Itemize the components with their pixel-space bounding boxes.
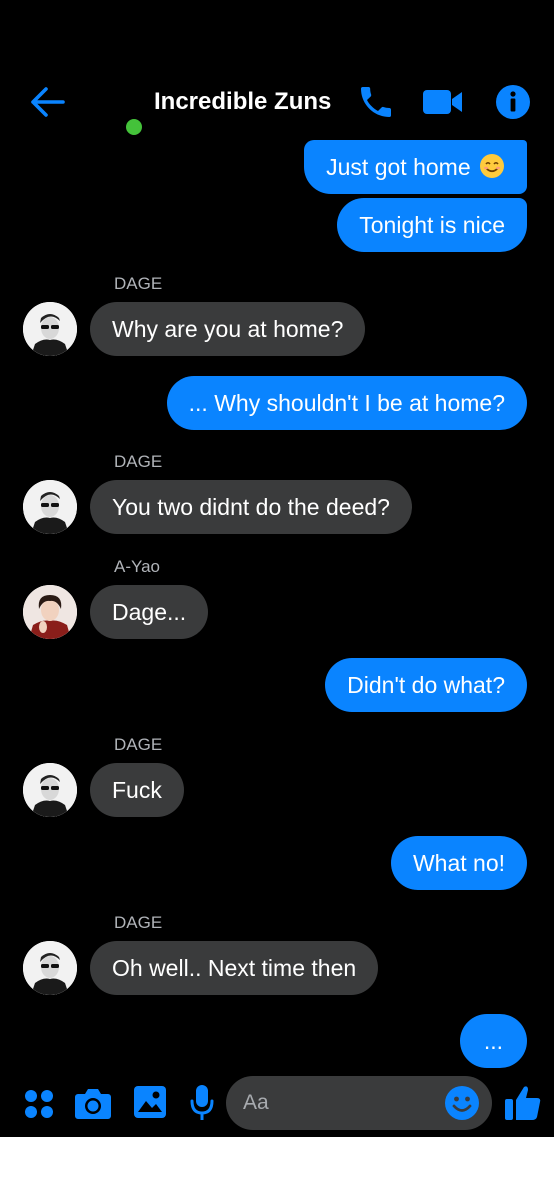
message-bubble-incoming[interactable]: Why are you at home? [90,302,366,356]
emoji-icon[interactable] [444,1085,480,1121]
phone-icon[interactable] [356,82,396,122]
message-text: Fuck [112,777,162,803]
sender-name: DAGE [114,452,163,471]
online-status-dot [124,117,144,137]
message-bubble-incoming[interactable]: Dage... [90,585,209,639]
message-text: ... [483,1028,503,1054]
avatar-dage[interactable] [23,302,77,356]
back-arrow-icon[interactable] [30,86,66,118]
sender-name: DAGE [114,274,163,293]
avatar-image [23,941,77,995]
camera-icon[interactable] [74,1086,112,1120]
avatar-image [23,480,77,534]
message-input[interactable]: Aa [226,1076,492,1130]
message-text: What no! [412,850,505,876]
avatar-dage[interactable] [23,480,77,534]
message-text: Didn't do what? [347,672,505,698]
avatar-image [23,763,77,817]
message-bubble-outgoing[interactable]: Didn't do what? [325,658,527,712]
message-text: Oh well.. Next time then [112,955,357,981]
avatar-image [23,302,77,356]
message-bubble-outgoing[interactable]: Just got home [304,140,527,194]
message-bubble-incoming[interactable]: Fuck [90,763,184,817]
conversation-title[interactable]: Incredible Zuns [154,86,331,118]
message-text: Why are you at home? [112,316,344,342]
video-camera-icon[interactable] [421,86,465,118]
sender-name: DAGE [114,913,163,932]
message-text: Just got home [326,154,471,180]
message-composer: Aa [0,1070,554,1137]
apps-grid-icon[interactable] [22,1087,56,1121]
message-text: Dage... [112,599,187,625]
message-bubble-outgoing[interactable]: Tonight is nice [337,198,527,252]
sender-name: DAGE [114,735,163,754]
gallery-icon[interactable] [133,1085,167,1119]
avatar-image [23,585,77,639]
message-bubble-outgoing[interactable]: ... [459,1014,527,1068]
message-input-placeholder: Aa [243,1091,269,1114]
info-icon[interactable] [495,84,531,120]
message-bubble-incoming[interactable]: Oh well.. Next time then [90,941,379,995]
avatar-a-yao[interactable] [23,585,77,639]
avatar-dage[interactable] [23,763,77,817]
thumbs-up-icon[interactable] [504,1084,542,1122]
message-bubble-incoming[interactable]: You two didnt do the deed? [90,480,412,534]
message-text: You two didnt do the deed? [112,494,390,520]
microphone-icon[interactable] [189,1084,215,1122]
message-text: Tonight is nice [359,212,505,238]
sender-name: A-Yao [114,557,160,576]
message-text: ... Why shouldn't I be at home? [188,390,505,416]
message-bubble-outgoing[interactable]: ... Why shouldn't I be at home? [166,376,527,430]
message-bubble-outgoing[interactable]: What no! [390,836,527,890]
chat-screen: Incredible Zuns Just got home Tonight is… [0,0,554,1137]
smiling-face-emoji [480,154,504,178]
avatar-dage[interactable] [23,941,77,995]
